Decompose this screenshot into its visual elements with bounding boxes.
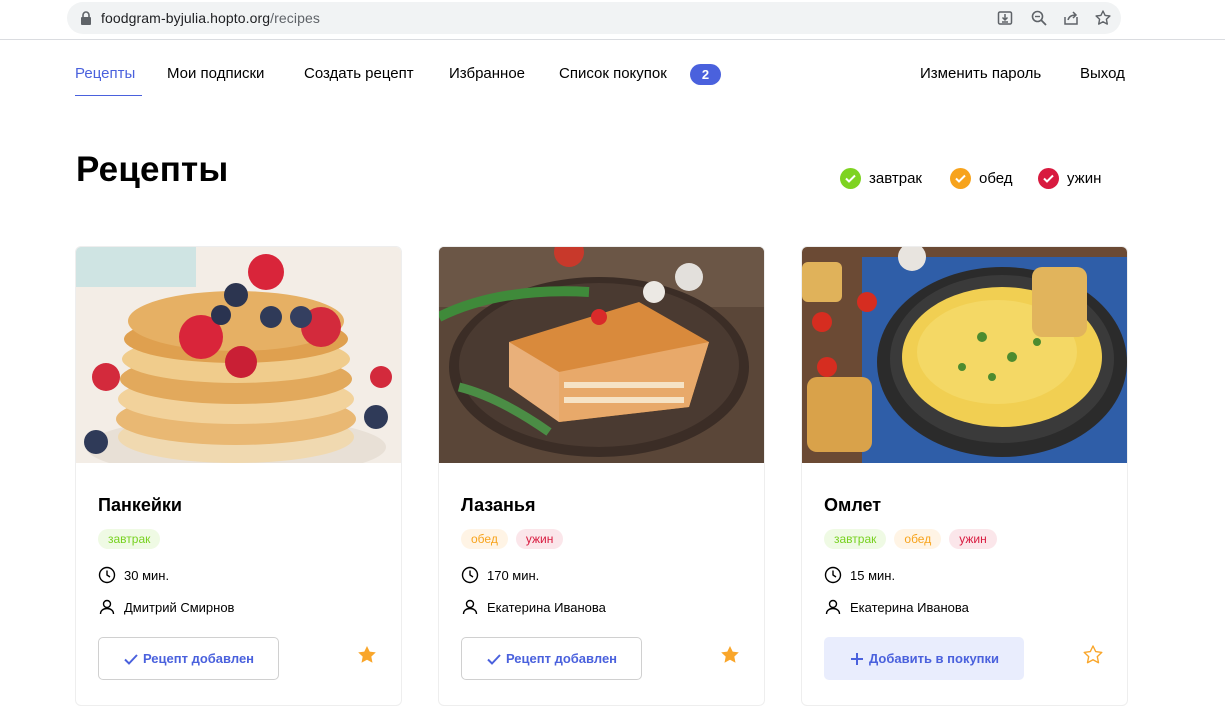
nav-change-password[interactable]: Изменить пароль [920, 65, 1041, 82]
recipe-image-omelette[interactable] [802, 247, 1127, 463]
main-nav: Рецепты Мои подписки Создать рецепт Избр… [0, 40, 1225, 110]
recipe-tags: обед ужин [461, 529, 564, 549]
recipe-time: 170 мин. [461, 566, 539, 584]
button-label: Рецепт добавлен [142, 651, 255, 666]
nav-logout[interactable]: Выход [1080, 65, 1125, 82]
recipe-tags: завтрак [98, 529, 161, 549]
recipe-title[interactable]: Лазанья [461, 495, 535, 516]
favorite-star-icon[interactable] [356, 644, 378, 666]
filter-dinner[interactable]: ужин [1038, 168, 1101, 189]
check-icon [1038, 168, 1059, 189]
url-host: foodgram-byjulia.hopto.org [101, 10, 271, 26]
tag-dinner: ужин [515, 529, 564, 549]
tag-dinner: ужин [949, 529, 997, 549]
nav-active-underline [75, 95, 142, 96]
url-path: /recipes [270, 10, 320, 26]
url-text[interactable]: foodgram-byjulia.hopto.org/recipes [101, 10, 320, 26]
install-icon[interactable] [996, 9, 1014, 27]
recipe-added-button[interactable]: Рецепт добавлен [98, 637, 279, 680]
button-label: Добавить в покупки [868, 651, 1000, 666]
recipe-title[interactable]: Омлет [824, 495, 881, 516]
filter-breakfast[interactable]: завтрак [840, 168, 922, 189]
user-icon [99, 599, 115, 615]
recipe-author-name[interactable]: Дмитрий Смирнов [124, 600, 234, 615]
browser-toolbar: foodgram-byjulia.hopto.org/recipes [0, 0, 1225, 40]
clock-icon [98, 566, 116, 584]
zoom-icon[interactable] [1030, 9, 1048, 27]
tag-lunch: обед [461, 529, 508, 549]
recipe-card: Панкейки завтрак 30 мин. Дмитрий Смирнов… [75, 246, 402, 706]
recipe-author: Екатерина Иванова [824, 598, 969, 616]
share-icon[interactable] [1062, 9, 1080, 27]
user-icon [462, 599, 478, 615]
button-label: Рецепт добавлен [505, 651, 618, 666]
check-icon [487, 653, 501, 665]
recipe-author-name[interactable]: Екатерина Иванова [487, 600, 606, 615]
nav-subscriptions[interactable]: Мои подписки [167, 65, 264, 82]
lock-icon[interactable] [80, 11, 92, 25]
filter-lunch[interactable]: обед [950, 168, 1013, 189]
recipe-image-pancakes[interactable] [76, 247, 401, 463]
favorite-star-icon[interactable] [719, 644, 741, 666]
plus-icon [850, 652, 863, 665]
address-bar[interactable]: foodgram-byjulia.hopto.org/recipes [67, 2, 1121, 34]
recipe-added-button[interactable]: Рецепт добавлен [461, 637, 642, 680]
clock-icon [461, 566, 479, 584]
recipe-card: Лазанья обед ужин 170 мин. Екатерина Ива… [438, 246, 765, 706]
tag-breakfast: завтрак [824, 529, 887, 549]
recipe-image-lasagna[interactable] [439, 247, 764, 463]
check-icon [124, 653, 138, 665]
favorite-star-outline-icon[interactable] [1082, 644, 1104, 666]
check-icon [840, 168, 861, 189]
check-icon [950, 168, 971, 189]
filter-label: завтрак [869, 170, 922, 187]
bookmark-star-icon[interactable] [1094, 9, 1112, 27]
recipe-card: Омлет завтрак обед ужин 15 мин. Екатерин… [801, 246, 1128, 706]
shopping-count-badge: 2 [690, 64, 721, 85]
filter-label: обед [979, 170, 1013, 187]
recipe-time: 30 мин. [98, 566, 169, 584]
recipe-time-text: 170 мин. [487, 567, 540, 583]
recipe-author-name[interactable]: Екатерина Иванова [850, 600, 969, 615]
filter-label: ужин [1067, 170, 1102, 187]
nav-shopping-list[interactable]: Список покупок [559, 65, 667, 82]
recipe-time: 15 мин. [824, 566, 895, 584]
recipe-title[interactable]: Панкейки [98, 495, 182, 516]
recipe-time-text: 15 мин. [850, 567, 896, 583]
tag-breakfast: завтрак [98, 529, 161, 549]
nav-favorites[interactable]: Избранное [449, 65, 525, 82]
user-icon [825, 599, 841, 615]
add-to-shopping-button[interactable]: Добавить в покупки [824, 637, 1024, 680]
recipe-author: Дмитрий Смирнов [98, 598, 234, 616]
nav-create-recipe[interactable]: Создать рецепт [304, 65, 414, 82]
nav-recipes[interactable]: Рецепты [75, 65, 135, 82]
tag-lunch: обед [894, 529, 942, 549]
recipe-time-text: 30 мин. [124, 567, 170, 583]
recipe-author: Екатерина Иванова [461, 598, 606, 616]
clock-icon [824, 566, 842, 584]
page-title: Рецепты [76, 150, 229, 189]
recipe-tags: завтрак обед ужин [824, 529, 997, 549]
